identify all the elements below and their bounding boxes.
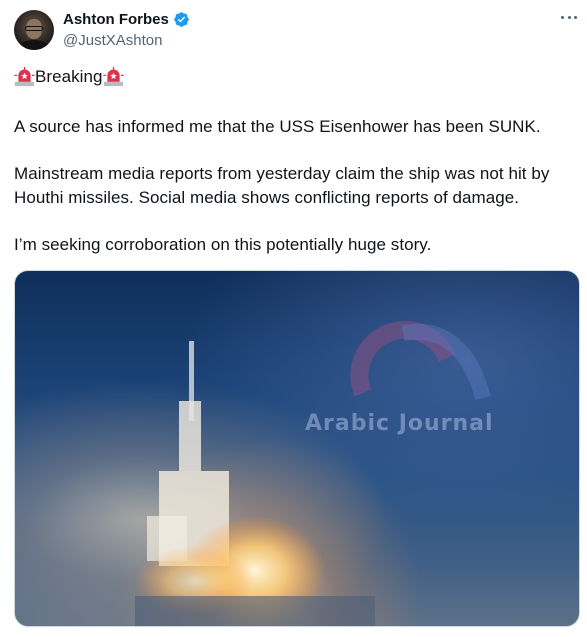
avatar[interactable] <box>14 10 54 50</box>
more-options-icon[interactable] <box>561 14 577 20</box>
tweet-text-line: A source has informed me that the USS Ei… <box>14 117 541 136</box>
breaking-label: Breaking <box>35 66 103 86</box>
tweet-text-line: Houthi missiles. Social media shows conf… <box>14 188 520 207</box>
author-handle[interactable]: @JustXAshton <box>63 32 162 49</box>
author-name-row[interactable]: Ashton Forbes <box>63 11 190 28</box>
siren-icon <box>14 66 35 87</box>
author-name[interactable]: Ashton Forbes <box>63 11 169 28</box>
tweet-card: Ashton Forbes @JustXAshton Breaking A so… <box>0 0 587 637</box>
tweet-text-line: I’m seeking corroboration on this potent… <box>14 235 432 254</box>
tweet-text-line: Mainstream media reports from yesterday … <box>14 164 550 183</box>
ship-illustration <box>135 341 375 626</box>
breaking-line: Breaking <box>14 66 124 87</box>
siren-icon <box>102 66 124 87</box>
tweet-media-image[interactable]: Arabic Journal <box>14 270 580 627</box>
verified-badge-icon <box>174 12 189 27</box>
